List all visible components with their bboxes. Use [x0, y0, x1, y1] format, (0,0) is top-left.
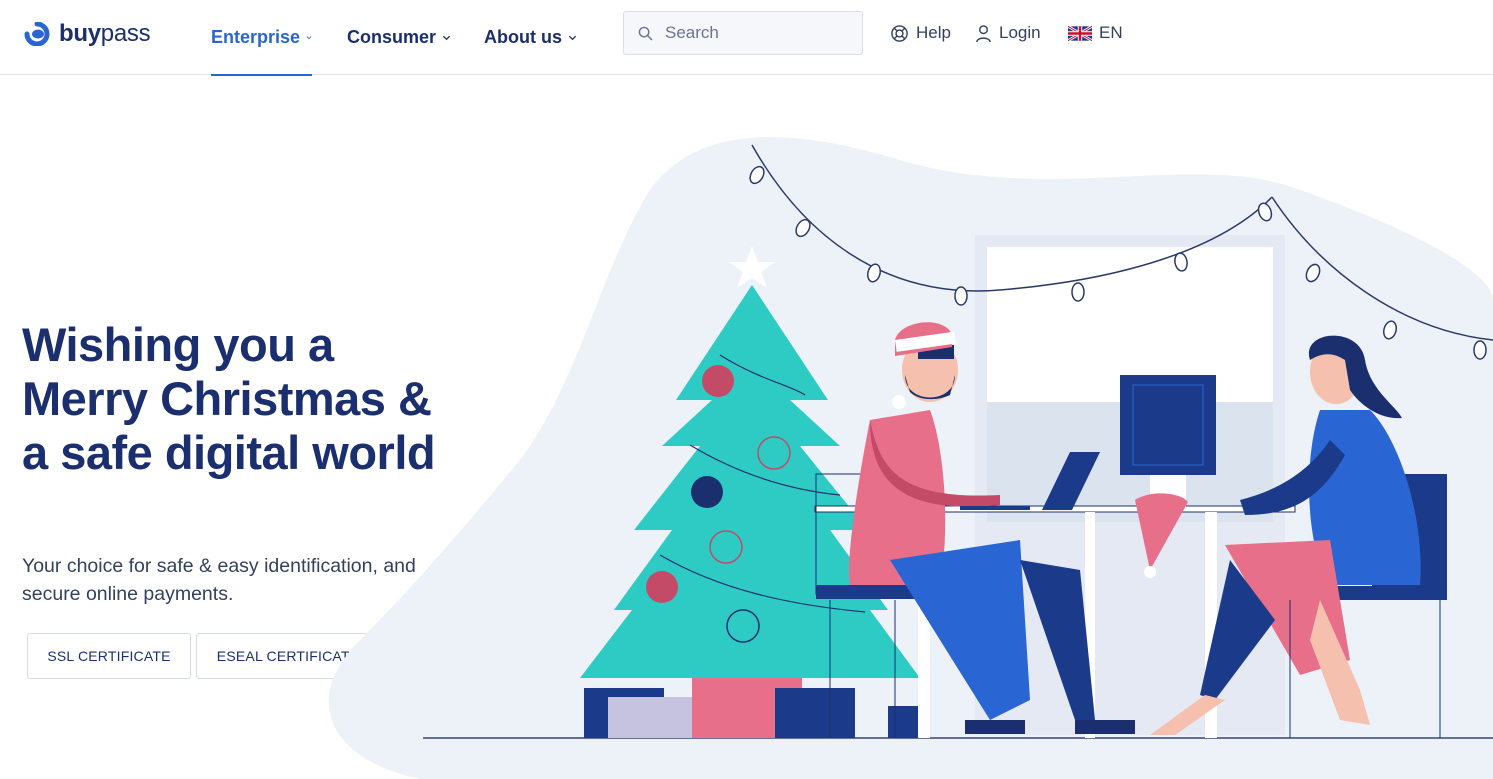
uk-flag-icon	[1068, 25, 1092, 41]
nav-consumer[interactable]: Consumer	[347, 0, 451, 75]
nav-enterprise-label: Enterprise	[211, 27, 301, 47]
language-label: EN	[1099, 23, 1123, 42]
nav-about-us[interactable]: About us	[484, 0, 577, 75]
chevron-down-icon	[442, 35, 451, 41]
buypass-logo[interactable]: buypass	[23, 20, 151, 48]
nav-enterprise[interactable]: Enterprise	[211, 0, 312, 76]
language-selector[interactable]: EN	[1068, 22, 1123, 44]
ssl-certificate-button[interactable]: SSL CERTIFICATE	[27, 633, 191, 679]
login-link[interactable]: Login	[975, 22, 1041, 44]
site-header: buypass Enterprise Consumer About us Hel…	[0, 0, 1493, 76]
user-icon	[976, 24, 991, 42]
search-input[interactable]	[663, 22, 847, 44]
nav-about-us-label: About us	[484, 27, 562, 47]
christmas-office-illustration	[328, 137, 1493, 779]
help-label: Help	[916, 23, 951, 42]
logo-text: buypass	[59, 20, 151, 47]
lifebuoy-icon	[891, 24, 908, 42]
chevron-down-icon	[306, 36, 312, 40]
nav-consumer-label: Consumer	[347, 27, 437, 47]
chevron-down-icon	[568, 35, 577, 41]
login-label: Login	[999, 23, 1041, 42]
buypass-logo-icon	[24, 22, 50, 46]
search-box[interactable]	[623, 11, 863, 55]
help-link[interactable]: Help	[890, 22, 951, 44]
search-icon	[638, 26, 653, 40]
